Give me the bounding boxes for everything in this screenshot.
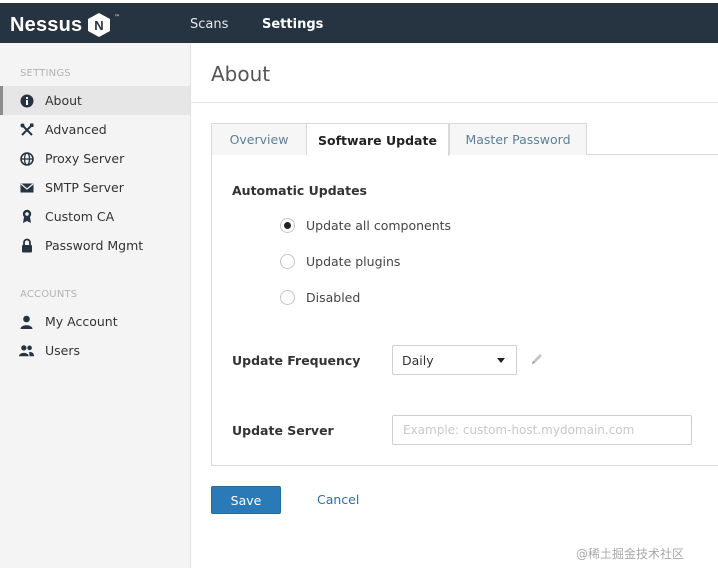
update-server-label: Update Server <box>232 423 334 438</box>
sidebar-item-my-account[interactable]: My Account <box>0 307 190 336</box>
tools-icon <box>19 122 34 137</box>
nav-scans[interactable]: Scans <box>190 17 228 32</box>
lock-icon <box>19 238 34 253</box>
sidebar-item-label: Custom CA <box>45 209 115 224</box>
sidebar-item-label: Proxy Server <box>45 151 125 166</box>
logo-badge-letter: N <box>95 18 104 33</box>
nav-settings[interactable]: Settings <box>262 17 323 32</box>
tab-master-password[interactable]: Master Password <box>449 123 587 155</box>
update-frequency-label: Update Frequency <box>232 353 361 368</box>
sidebar-item-label: About <box>45 93 82 108</box>
sidebar-item-advanced[interactable]: Advanced <box>0 115 190 144</box>
radio-button-selected[interactable] <box>280 217 295 233</box>
sidebar-item-proxy-server[interactable]: Proxy Server <box>0 144 190 173</box>
cancel-link[interactable]: Cancel <box>317 492 359 507</box>
sidebar-item-label: Users <box>45 343 81 358</box>
update-frequency-select[interactable]: Daily <box>392 345 517 375</box>
tab-software-update[interactable]: Software Update <box>307 123 449 156</box>
info-icon <box>19 93 34 108</box>
radio-dot <box>284 221 291 229</box>
radio-label: Update all components <box>306 217 452 233</box>
tab-overview[interactable]: Overview <box>211 123 307 155</box>
chevron-down-icon <box>497 358 505 363</box>
sidebar-item-smtp-server[interactable]: SMTP Server <box>0 173 190 202</box>
user-icon <box>19 314 34 329</box>
sidebar-heading-accounts: ACCOUNTS <box>20 289 78 300</box>
sidebar-item-label: Password Mgmt <box>45 238 144 253</box>
radio-label: Disabled <box>306 289 361 305</box>
envelope-icon <box>19 180 34 195</box>
sidebar-item-label: My Account <box>45 314 118 329</box>
sidebar-item-label: SMTP Server <box>45 180 124 195</box>
top-navigation-bar: Nessus N ™ Scans Settings <box>0 0 718 43</box>
pencil-edit-icon[interactable] <box>530 352 544 366</box>
sidebar-item-password-mgmt[interactable]: Password Mgmt <box>0 231 190 260</box>
sidebar-item-users[interactable]: Users <box>0 336 190 365</box>
sidebar-item-label: Advanced <box>45 122 107 137</box>
logo-trademark: ™ <box>114 14 120 21</box>
radio-label: Update plugins <box>306 253 401 269</box>
radio-update-plugins[interactable]: Update plugins <box>280 252 400 270</box>
radio-update-all-components[interactable]: Update all components <box>280 216 451 234</box>
title-divider <box>191 102 718 103</box>
save-button[interactable]: Save <box>211 486 281 514</box>
nessus-logo[interactable]: Nessus N ™ <box>10 12 120 38</box>
radio-button[interactable] <box>280 289 295 305</box>
logo-text: Nessus <box>10 13 83 36</box>
globe-icon <box>19 151 34 166</box>
automatic-updates-label: Automatic Updates <box>232 183 367 198</box>
radio-disabled[interactable]: Disabled <box>280 288 360 306</box>
page-title: About <box>211 62 271 86</box>
sidebar-item-custom-ca[interactable]: Custom CA <box>0 202 190 231</box>
sidebar-item-about[interactable]: About <box>0 86 190 115</box>
update-server-input[interactable] <box>392 415 692 445</box>
logo-hexagon-icon: N <box>87 12 111 38</box>
certificate-icon <box>19 209 34 224</box>
radio-button[interactable] <box>280 253 295 269</box>
sidebar: SETTINGS About Advanced Proxy Server SMT… <box>0 43 191 568</box>
watermark: @稀土掘金技术社区 <box>576 547 685 561</box>
users-icon <box>19 343 34 358</box>
update-frequency-value: Daily <box>402 352 434 368</box>
sidebar-heading-settings: SETTINGS <box>20 68 71 79</box>
